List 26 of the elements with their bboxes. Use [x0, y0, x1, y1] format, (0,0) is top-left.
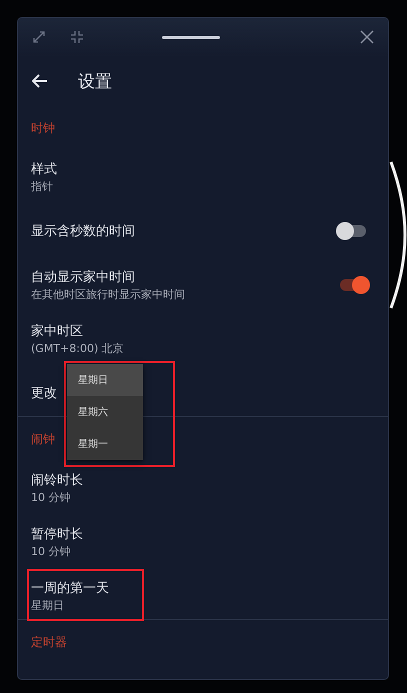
setting-value: 指针: [31, 179, 54, 194]
setting-label: 闹铃时长: [31, 472, 83, 489]
setting-label: 家中时区: [31, 323, 84, 340]
setting-value: 在其他时区旅行时显示家中时间: [31, 287, 185, 302]
setting-value: 10 分钟: [31, 490, 72, 505]
close-icon[interactable]: [360, 30, 374, 44]
setting-value: (GMT+8:00) 北京: [31, 341, 124, 356]
drag-handle[interactable]: [162, 36, 220, 38]
setting-label: 样式: [31, 161, 57, 178]
setting-value: 星期日: [31, 598, 65, 613]
setting-value: 10 分钟: [31, 544, 72, 559]
section-heading: 时钟: [31, 120, 55, 136]
page-title: 设置: [78, 70, 112, 92]
setting-label: 暂停时长: [31, 526, 83, 543]
section-heading: 闹钟: [31, 430, 55, 448]
setting-label: 一周的第一天: [31, 580, 109, 597]
menu-option[interactable]: 星期一: [67, 428, 143, 460]
menu-option[interactable]: 星期六: [67, 396, 143, 428]
collapse-icon[interactable]: [70, 30, 84, 44]
setting-label: 显示含秒数的时间: [31, 223, 135, 240]
section-heading: 定时器: [31, 634, 67, 650]
expand-icon[interactable]: [32, 30, 46, 44]
menu-option[interactable]: 星期日: [67, 364, 143, 396]
back-icon[interactable]: [32, 74, 48, 88]
setting-label: 自动显示家中时间: [31, 269, 136, 286]
setting-label: 更改: [31, 385, 57, 402]
